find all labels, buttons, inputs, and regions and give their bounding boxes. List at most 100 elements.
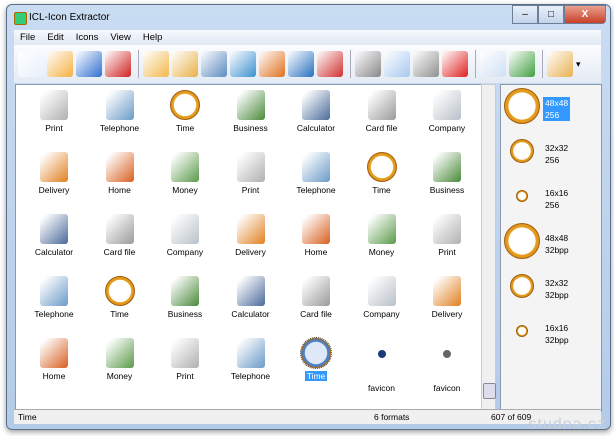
icon-item[interactable]: Money: [87, 338, 153, 381]
menu-icons[interactable]: Icons: [70, 30, 105, 45]
icon-item[interactable]: Print: [21, 90, 87, 133]
icon-item[interactable]: Calculator: [218, 276, 284, 319]
icon-item[interactable]: Money: [349, 214, 415, 257]
web-search-icon[interactable]: [230, 51, 256, 77]
format-item[interactable]: 16x16 32bpp: [501, 310, 601, 356]
icon-label: favicon: [368, 383, 395, 393]
paste-icon[interactable]: [413, 51, 439, 77]
format-item[interactable]: 32x32 256: [501, 130, 601, 176]
icon-label: Company: [363, 309, 400, 319]
icon-item[interactable]: Time: [152, 90, 218, 133]
icon-item[interactable]: Card file: [283, 276, 349, 319]
icon-item[interactable]: Time: [87, 276, 153, 319]
search-screen-icon[interactable]: [201, 51, 227, 77]
open-folder-icon[interactable]: [47, 51, 73, 77]
save-icon[interactable]: [76, 51, 102, 77]
icon-item[interactable]: favicon: [414, 338, 480, 393]
add-folder-icon[interactable]: [143, 51, 169, 77]
menu-help[interactable]: Help: [137, 30, 169, 45]
icon-item[interactable]: Print: [414, 214, 480, 257]
extract-image-icon[interactable]: [259, 51, 285, 77]
truck-icon: [236, 214, 265, 244]
cut-icon[interactable]: [355, 51, 381, 77]
icon-grid: Print Telephone Time Business Calculator Card…: [15, 84, 483, 412]
icon-item[interactable]: Telephone: [218, 338, 284, 381]
windows-icon[interactable]: [509, 51, 535, 77]
search-folder-icon[interactable]: [172, 51, 198, 77]
icon-label: Delivery: [235, 247, 266, 257]
formats-panel: 48x48 256 32x32 256 16x16 256 48x48 32bpp 32x32 3…: [500, 84, 602, 412]
icon-label: Card file: [103, 247, 136, 257]
icon-item[interactable]: Delivery: [218, 214, 284, 257]
icon-label: Business: [429, 185, 465, 195]
delete-icon[interactable]: [442, 51, 468, 77]
icon-item[interactable]: Company: [349, 276, 415, 319]
icon-item[interactable]: Card file: [87, 214, 153, 257]
menu-view[interactable]: View: [104, 30, 136, 45]
money-icon: [171, 152, 199, 182]
icon-item[interactable]: Print: [218, 152, 284, 195]
format-item[interactable]: 48x48 256: [501, 85, 601, 131]
icon-item[interactable]: Telephone: [87, 90, 153, 133]
icon-item[interactable]: Home: [283, 214, 349, 257]
icon-item[interactable]: Delivery: [21, 152, 87, 195]
home-icon: [302, 214, 330, 244]
icon-item[interactable]: Calculator: [283, 90, 349, 133]
icon-item[interactable]: Delivery: [414, 276, 480, 319]
clock-icon: [510, 139, 534, 163]
print-icon: [40, 90, 68, 120]
icon-item[interactable]: Home: [21, 338, 87, 381]
icon-item[interactable]: Time: [349, 152, 415, 195]
menu-edit[interactable]: Edit: [41, 30, 69, 45]
properties-icon[interactable]: [480, 51, 506, 77]
icon-item[interactable]: Time: [283, 337, 349, 381]
cubes-icon[interactable]: [288, 51, 314, 77]
status-count: 607 of 609: [491, 412, 532, 422]
icon-label: Calculator: [296, 123, 336, 133]
icon-item[interactable]: Card file: [349, 90, 415, 133]
format-item[interactable]: 16x16 256: [501, 175, 601, 221]
toolbar-separator: [542, 50, 543, 78]
close-button[interactable]: X: [564, 5, 606, 24]
icon-item[interactable]: Home: [87, 152, 153, 195]
icon-item[interactable]: Company: [414, 90, 480, 133]
icon-item[interactable]: Business: [152, 276, 218, 319]
format-item[interactable]: 32x32 32bpp: [501, 265, 601, 311]
icon-item[interactable]: Telephone: [283, 152, 349, 195]
icon-item[interactable]: Money: [152, 152, 218, 195]
icon-label: Telephone: [34, 309, 74, 319]
save-ico-icon[interactable]: [105, 51, 131, 77]
icon-label: Time: [304, 371, 328, 381]
format-label: 16x16 256: [543, 187, 570, 211]
maximize-button[interactable]: □: [538, 5, 564, 24]
copy-icon[interactable]: [384, 51, 410, 77]
icon-item[interactable]: Print: [152, 338, 218, 381]
menu-file[interactable]: File: [14, 30, 41, 45]
icon-item[interactable]: Business: [414, 152, 480, 195]
vertical-scrollbar[interactable]: [481, 84, 496, 410]
toolbar-separator: [475, 50, 476, 78]
icon-label: Money: [106, 371, 133, 381]
fav1-icon: [365, 350, 399, 380]
icon-item[interactable]: Telephone: [21, 276, 87, 319]
calc-icon: [302, 90, 330, 120]
clock-icon: [504, 223, 540, 259]
icon-label: Home: [42, 371, 66, 381]
minimize-button[interactable]: –: [512, 5, 538, 24]
icon-label: Time: [372, 185, 391, 195]
new-icon[interactable]: [18, 51, 44, 77]
toolbar-dropdown-icon[interactable]: ▾: [576, 59, 581, 70]
resize-icon[interactable]: [547, 51, 573, 77]
scrollbar-thumb[interactable]: [483, 383, 496, 399]
icon-item[interactable]: Business: [218, 90, 284, 133]
format-item[interactable]: 48x48 32bpp: [501, 220, 601, 266]
icon-item[interactable]: favicon: [349, 338, 415, 393]
clock-icon: [366, 152, 397, 182]
icon-label: Company: [166, 247, 204, 257]
icon-label: Card file: [300, 309, 332, 319]
delete-image-icon[interactable]: [317, 51, 343, 77]
icon-item[interactable]: Calculator: [21, 214, 87, 257]
icon-item[interactable]: Company: [152, 214, 218, 257]
format-depth: 32bpp: [545, 290, 569, 300]
icon-label: Print: [176, 371, 194, 381]
